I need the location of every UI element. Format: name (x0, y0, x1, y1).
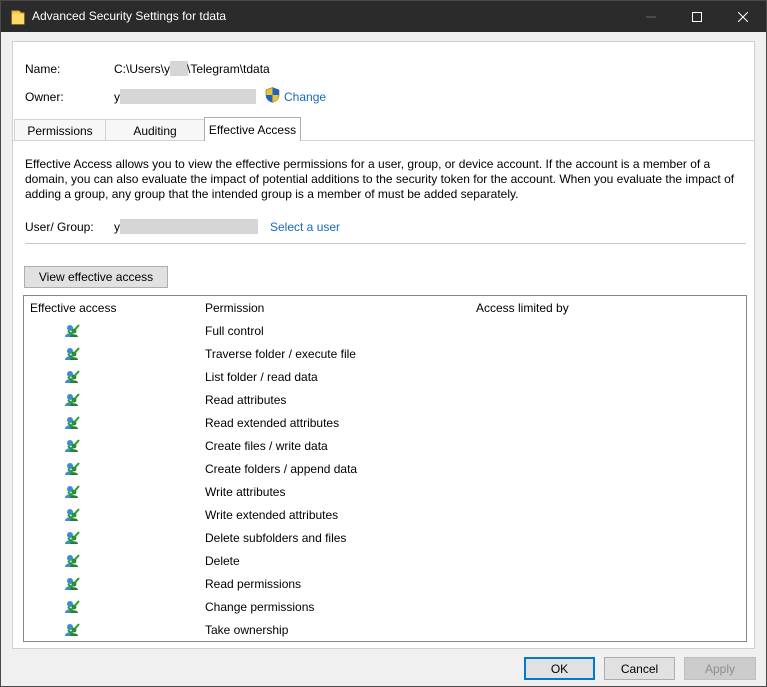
allowed-user-icon (65, 531, 80, 544)
table-row[interactable]: Create folders / append data (24, 458, 744, 481)
allowed-user-icon (65, 347, 80, 360)
permission-name: Take ownership (205, 623, 289, 637)
permission-name: Full control (205, 324, 264, 338)
advanced-security-settings-window: Advanced Security Settings for tdata Nam… (0, 0, 767, 687)
permission-name: Write attributes (205, 485, 286, 499)
select-user-link[interactable]: Select a user (270, 220, 340, 234)
table-row[interactable]: Delete subfolders and files (24, 527, 744, 550)
ok-button[interactable]: OK (524, 657, 595, 680)
column-header-permission[interactable]: Permission (205, 301, 264, 315)
permission-name: Create folders / append data (205, 462, 358, 476)
change-owner-link[interactable]: Change (284, 90, 326, 104)
name-prefix: C:\Users\y (114, 62, 171, 76)
effective-access-description: Effective Access allows you to view the … (25, 157, 735, 201)
allowed-user-icon (65, 508, 80, 521)
table-row[interactable]: Take ownership (24, 619, 744, 642)
maximize-button[interactable] (674, 1, 720, 32)
column-header-effective-access[interactable]: Effective access (30, 301, 116, 315)
redacted-owner (120, 89, 256, 104)
allowed-user-icon (65, 393, 80, 406)
minimize-button[interactable] (628, 1, 674, 32)
permission-name: Create files / write data (205, 439, 328, 453)
window-title: Advanced Security Settings for tdata (32, 9, 227, 23)
table-row[interactable]: Write attributes (24, 481, 744, 504)
table-row[interactable]: Read extended attributes (24, 412, 744, 435)
folder-icon (11, 10, 25, 25)
permission-name: Read attributes (205, 393, 287, 407)
allowed-user-icon (65, 600, 80, 613)
redacted-username (170, 61, 188, 76)
table-row[interactable]: Change permissions (24, 596, 744, 619)
table-row[interactable]: Full control (24, 320, 744, 343)
allowed-user-icon (65, 416, 80, 429)
allowed-user-icon (65, 577, 80, 590)
allowed-user-icon (65, 623, 80, 636)
permission-name: List folder / read data (205, 370, 318, 384)
permission-name: Read extended attributes (205, 416, 340, 430)
table-row[interactable]: Read permissions (24, 573, 744, 596)
tab-effective-access[interactable]: Effective Access (204, 117, 301, 141)
cancel-button[interactable]: Cancel (604, 657, 675, 680)
permission-name: Traverse folder / execute file (205, 347, 356, 361)
uac-shield-icon (265, 87, 280, 103)
allowed-user-icon (65, 324, 80, 337)
name-suffix: \Telegram\tdata (187, 62, 270, 76)
close-button[interactable] (720, 1, 766, 32)
permission-name: Write extended attributes (205, 508, 339, 522)
owner-label: Owner: (25, 90, 64, 104)
table-row[interactable]: Write extended attributes (24, 504, 744, 527)
permission-name: Change permissions (205, 600, 315, 614)
tab-strip-line (13, 140, 755, 141)
redacted-user (120, 219, 258, 234)
table-row[interactable]: Create files / write data (24, 435, 744, 458)
table-row[interactable]: List folder / read data (24, 366, 744, 389)
separator (25, 243, 746, 244)
allowed-user-icon (65, 370, 80, 383)
permission-name: Delete (205, 554, 240, 568)
table-row[interactable]: Delete (24, 550, 744, 573)
column-header-access-limited-by[interactable]: Access limited by (476, 301, 569, 315)
minimize-icon (646, 16, 656, 17)
title-bar[interactable]: Advanced Security Settings for tdata (1, 1, 766, 32)
view-effective-access-button[interactable]: View effective access (24, 266, 168, 288)
allowed-user-icon (65, 485, 80, 498)
user-group-label: User/ Group: (25, 220, 94, 234)
effective-access-list[interactable]: Effective access Permission Access limit… (23, 295, 747, 642)
tab-permissions[interactable]: Permissions (14, 119, 106, 141)
permission-name: Delete subfolders and files (205, 531, 347, 545)
table-row[interactable]: Traverse folder / execute file (24, 343, 744, 366)
allowed-user-icon (65, 554, 80, 567)
maximize-icon (692, 11, 702, 22)
allowed-user-icon (65, 462, 80, 475)
tab-auditing[interactable]: Auditing (105, 119, 205, 141)
apply-button: Apply (684, 657, 756, 680)
allowed-user-icon (65, 439, 80, 452)
permission-name: Read permissions (205, 577, 302, 591)
table-row[interactable]: Read attributes (24, 389, 744, 412)
name-label: Name: (25, 62, 61, 76)
close-icon (738, 11, 748, 22)
